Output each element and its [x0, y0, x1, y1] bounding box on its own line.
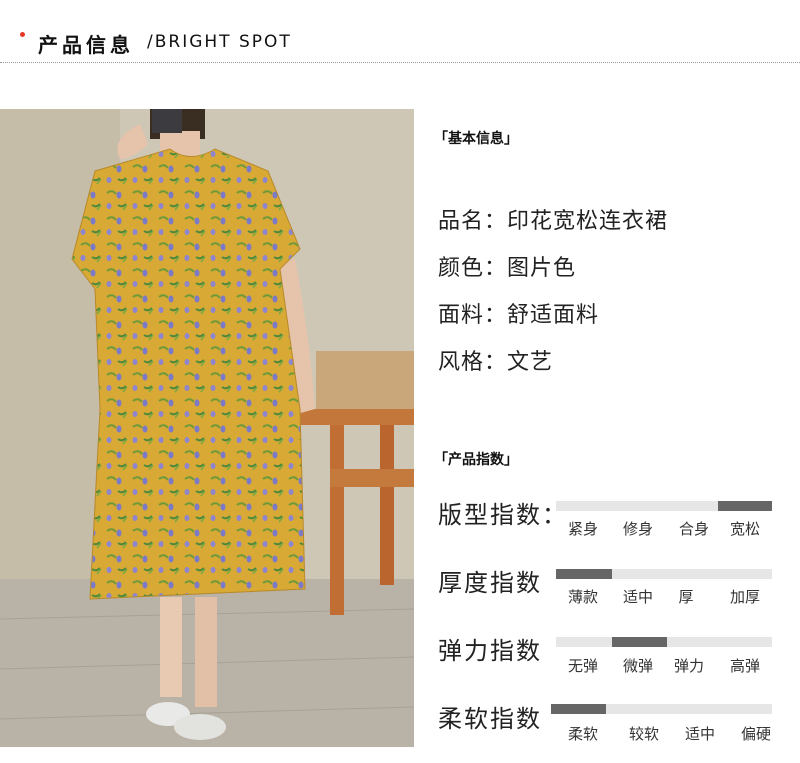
elasticity-index-fill — [612, 637, 667, 647]
header-title-cn: 产品信息 — [38, 33, 134, 57]
softness-option: 较软 — [628, 725, 660, 743]
thickness-option: 厚 — [678, 588, 694, 606]
thickness-index-fill — [556, 569, 612, 579]
softness-option: 柔软 — [567, 725, 599, 743]
softness-index-fill — [551, 704, 606, 714]
elasticity-index-label: 弹力指数 — [438, 637, 542, 665]
fit-option: 合身 — [678, 520, 710, 538]
elasticity-option: 无弹 — [567, 657, 599, 675]
fit-index-bar — [556, 501, 772, 511]
thickness-option: 薄款 — [567, 588, 599, 606]
fit-option: 紧身 — [567, 520, 599, 538]
thickness-index-bar — [556, 569, 772, 579]
header-title-en: /BRIGHT SPOT — [147, 32, 292, 52]
accent-dot-icon — [20, 32, 25, 37]
info-row-color: 颜色：图片色 — [438, 256, 577, 281]
fit-option: 修身 — [622, 520, 654, 538]
softness-index-label: 柔软指数 — [438, 705, 542, 733]
elasticity-option: 高弹 — [729, 657, 761, 675]
basic-info-heading: 「基本信息」 — [434, 131, 518, 147]
fit-index-label: 版型指数： — [438, 501, 568, 529]
softness-index-bar — [551, 704, 772, 714]
thickness-option: 加厚 — [729, 588, 761, 606]
section-header: 产品信息 /BRIGHT SPOT — [0, 0, 800, 64]
product-photo — [0, 109, 414, 747]
info-row-name: 品名：印花宽松连衣裙 — [438, 209, 669, 234]
info-row-style: 风格：文艺 — [438, 350, 554, 375]
elasticity-index-bar — [556, 637, 772, 647]
fit-option: 宽松 — [729, 520, 761, 538]
elasticity-option: 弹力 — [673, 657, 705, 675]
thickness-option: 适中 — [622, 588, 654, 606]
product-index-heading: 「产品指数」 — [434, 452, 518, 468]
fit-index-fill — [718, 501, 772, 511]
softness-option: 适中 — [684, 725, 716, 743]
dotted-divider — [0, 62, 800, 63]
softness-option: 偏硬 — [740, 725, 772, 743]
elasticity-option: 微弹 — [622, 657, 654, 675]
thickness-index-label: 厚度指数 — [438, 569, 542, 597]
info-row-fabric: 面料：舒适面料 — [438, 303, 600, 328]
